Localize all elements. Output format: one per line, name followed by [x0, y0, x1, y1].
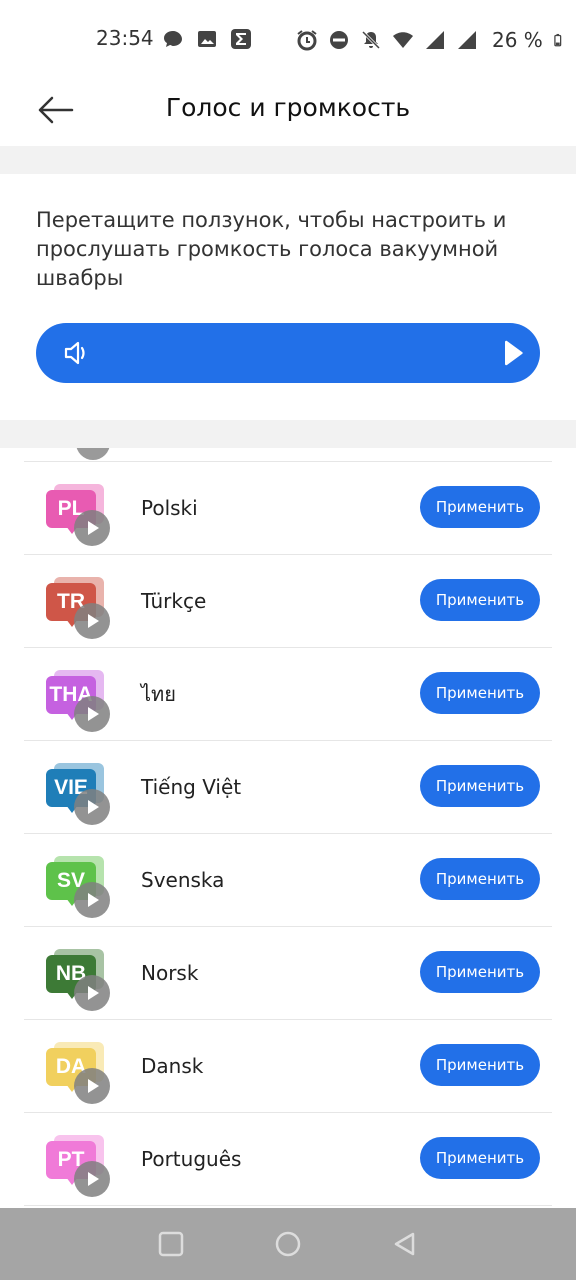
list-item: THA ไทย Применить [0, 648, 576, 741]
list-item: SV Svenska Применить [0, 834, 576, 927]
play-icon[interactable] [74, 789, 110, 825]
sigma-app-icon [231, 29, 251, 49]
section-divider [0, 420, 576, 448]
language-badge: SV [46, 856, 112, 918]
language-badge: TR [46, 577, 112, 639]
square-icon[interactable] [157, 1230, 185, 1258]
list-item: NB Norsk Применить [0, 927, 576, 1020]
language-name: Tiếng Việt [141, 775, 242, 799]
list-item: PT Português Применить [0, 1113, 576, 1206]
language-name: Norsk [141, 961, 199, 985]
language-badge: DA [46, 1042, 112, 1104]
language-list: PL Polski Применить TR Türkçe Применить THA ไทย… [0, 448, 576, 1208]
image-icon [198, 31, 216, 47]
signal-icon [458, 31, 476, 49]
circle-icon[interactable] [274, 1230, 302, 1258]
apply-button[interactable]: Применить [420, 858, 540, 900]
system-nav-bar [0, 1208, 576, 1280]
apply-button[interactable]: Применить [420, 579, 540, 621]
list-item: DA Dansk Применить [0, 1020, 576, 1113]
play-icon[interactable] [74, 510, 110, 546]
app-header: Голос и громкость [0, 76, 576, 146]
language-badge: NB [46, 949, 112, 1011]
language-name: Português [141, 1147, 242, 1171]
apply-button[interactable]: Применить [420, 765, 540, 807]
apply-button[interactable]: Применить [420, 1044, 540, 1086]
page-title: Голос и громкость [165, 93, 411, 122]
language-name: Svenska [141, 868, 225, 892]
status-time: 23:54 [96, 26, 154, 50]
status-bar: 23:54 26 % [0, 0, 576, 76]
language-badge: THA [46, 670, 112, 732]
play-icon [76, 448, 110, 460]
play-icon[interactable] [74, 975, 110, 1011]
alarm-icon [297, 30, 317, 51]
play-icon[interactable] [74, 696, 110, 732]
volume-card: Перетащите ползунок, чтобы настроить и п… [0, 174, 576, 420]
play-icon[interactable] [74, 1068, 110, 1104]
volume-description: Перетащите ползунок, чтобы настроить и п… [36, 208, 507, 290]
language-name: Polski [141, 496, 198, 520]
triangle-back-icon[interactable] [391, 1230, 419, 1258]
language-name: Türkçe [141, 589, 207, 613]
do-not-disturb-icon [330, 31, 348, 49]
play-icon[interactable] [74, 882, 110, 918]
battery-icon [554, 33, 562, 47]
list-item: TR Türkçe Применить [0, 555, 576, 648]
list-item: PL Polski Применить [0, 462, 576, 555]
language-badge: VIE [46, 763, 112, 825]
divider [24, 1205, 552, 1206]
volume-slider[interactable] [36, 323, 540, 383]
play-icon[interactable] [74, 603, 110, 639]
list-item: VIE Tiếng Việt Применить [0, 741, 576, 834]
chat-bubble-icon [164, 31, 182, 47]
language-name: Dansk [141, 1054, 204, 1078]
apply-button[interactable]: Применить [420, 951, 540, 993]
apply-button[interactable]: Применить [420, 486, 540, 528]
battery-percent: 26 % [492, 28, 543, 52]
language-name: ไทย [141, 682, 176, 706]
bell-muted-icon [361, 30, 381, 50]
signal-icon [426, 31, 444, 49]
language-badge: PL [46, 484, 112, 546]
section-divider [0, 146, 576, 174]
wifi-icon [393, 32, 413, 48]
language-badge: PT [46, 1135, 112, 1197]
play-icon[interactable] [74, 1161, 110, 1197]
speaker-icon [64, 341, 85, 365]
apply-button[interactable]: Применить [420, 672, 540, 714]
play-icon[interactable] [502, 340, 524, 366]
apply-button[interactable]: Применить [420, 1137, 540, 1179]
